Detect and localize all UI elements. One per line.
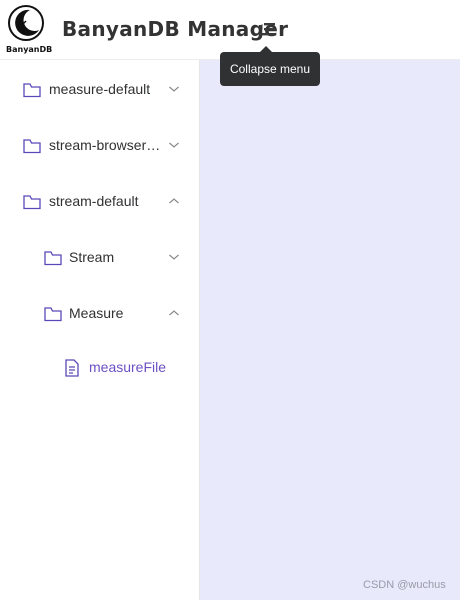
sidebar-item-stream-browser[interactable]: stream-browser… (0, 118, 199, 174)
sidebar-item-label: measure-default (49, 81, 151, 97)
sidebar-item-label: stream-default (49, 193, 139, 209)
chevron-up-icon (169, 310, 179, 316)
main-content-area (200, 60, 460, 600)
document-icon (65, 359, 79, 377)
collapse-menu-icon[interactable] (258, 21, 278, 39)
folder-icon (23, 83, 41, 98)
folder-icon (23, 139, 41, 154)
sidebar-menu: measure-default stream-browser… stream-d… (0, 60, 200, 600)
logo-text: BanyanDB (6, 45, 53, 54)
sidebar-item-label: Stream (69, 249, 115, 265)
chevron-down-icon (169, 86, 179, 92)
folder-icon (23, 195, 41, 210)
watermark: CSDN @wuchus (363, 579, 446, 591)
sidebar-item-measurefile[interactable]: measureFile (0, 339, 199, 391)
chevron-down-icon (169, 254, 179, 260)
sidebar-item-measure-default[interactable]: measure-default (0, 62, 199, 118)
folder-icon (44, 251, 62, 266)
sidebar-item-label: stream-browser… (49, 137, 161, 153)
sidebar-item-label: Measure (69, 305, 124, 321)
sidebar-item-stream-default[interactable]: stream-default (0, 174, 199, 230)
sidebar-item-label: measureFile (89, 359, 167, 375)
sidebar-item-stream[interactable]: Stream (0, 230, 199, 286)
sidebar-item-measure[interactable]: Measure (0, 286, 199, 342)
app-header: BanyanDB BanyanDB Manager (0, 0, 460, 60)
folder-icon (44, 307, 62, 322)
collapse-menu-tooltip: Collapse menu (220, 52, 320, 86)
chevron-down-icon (169, 142, 179, 148)
banyandb-logo: BanyanDB (6, 4, 53, 56)
app-title: BanyanDB Manager (62, 17, 289, 41)
chevron-up-icon (169, 198, 179, 204)
